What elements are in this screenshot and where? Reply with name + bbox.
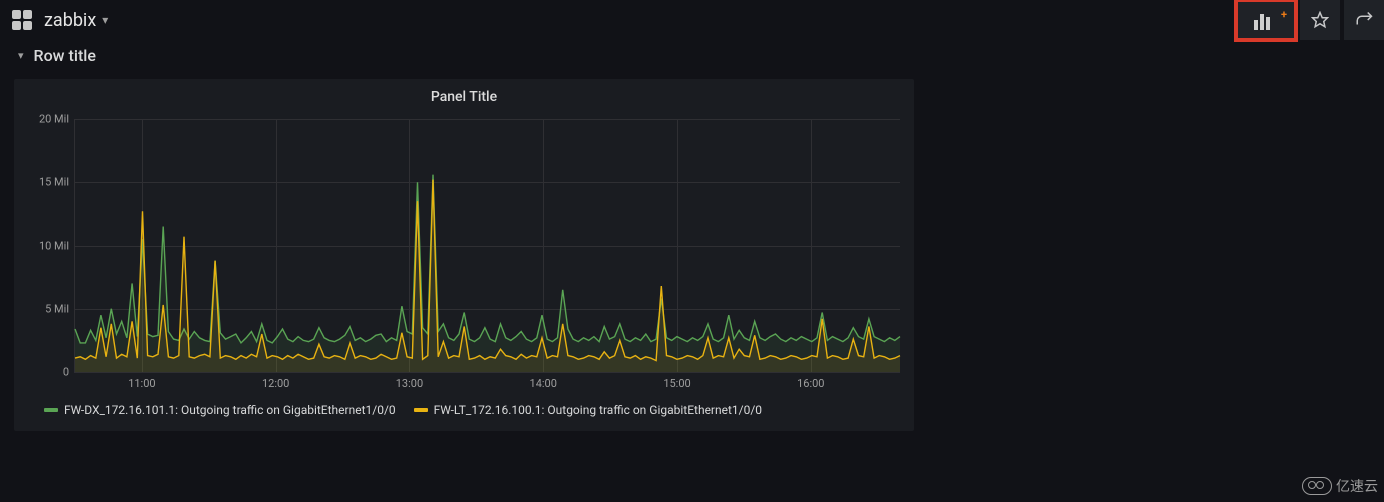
x-axis-label: 13:00 (396, 377, 423, 390)
x-axis-label: 14:00 (530, 377, 557, 390)
legend: FW-DX_172.16.101.1: Outgoing traffic on … (14, 395, 914, 431)
cloud-icon (1302, 477, 1332, 495)
y-axis-label: 15 Mil (25, 176, 69, 189)
y-axis-label: 20 Mil (25, 113, 69, 126)
x-axis-label: 15:00 (663, 377, 690, 390)
y-axis-label: 5 Mil (25, 302, 69, 315)
add-panel-button[interactable]: + (1236, 0, 1296, 40)
chart-area[interactable]: 0 5 Mil 10 Mil 15 Mil 20 Mil 11:00 12:00 13:00 1… (24, 115, 904, 395)
legend-swatch-icon (414, 408, 428, 412)
legend-swatch-icon (44, 408, 58, 412)
chevron-down-icon[interactable]: ▾ (102, 13, 108, 27)
panel-title[interactable]: Panel Title (14, 79, 914, 111)
watermark-text: 亿速云 (1336, 476, 1378, 496)
legend-label-1: FW-DX_172.16.101.1: Outgoing traffic on … (64, 403, 396, 417)
legend-label-2: FW-LT_172.16.100.1: Outgoing traffic on … (434, 403, 762, 417)
header-right-buttons: + (1232, 0, 1384, 40)
x-axis-label: 12:00 (262, 377, 289, 390)
legend-item-1[interactable]: FW-DX_172.16.101.1: Outgoing traffic on … (44, 403, 396, 417)
share-button[interactable] (1344, 0, 1384, 40)
legend-item-2[interactable]: FW-LT_172.16.100.1: Outgoing traffic on … (414, 403, 762, 417)
y-axis-label: 10 Mil (25, 239, 69, 252)
graph-panel[interactable]: Panel Title 0 5 Mil 10 Mil 15 Mil 20 Mil 11:0… (14, 79, 914, 431)
row-toggle[interactable]: ▾ Row title (0, 40, 1384, 69)
y-axis-label: 0 (25, 366, 69, 379)
row-title-label: Row title (34, 46, 96, 65)
dashboard-title[interactable]: zabbix (44, 10, 96, 31)
x-axis-label: 11:00 (128, 377, 155, 390)
star-button[interactable] (1300, 0, 1340, 40)
top-header: zabbix ▾ + (0, 0, 1384, 40)
plus-icon: + (1281, 8, 1287, 21)
dashboards-grid-icon[interactable] (12, 10, 32, 30)
chevron-down-icon: ▾ (18, 49, 24, 62)
x-axis-label: 16:00 (797, 377, 824, 390)
watermark: 亿速云 (1302, 476, 1378, 496)
